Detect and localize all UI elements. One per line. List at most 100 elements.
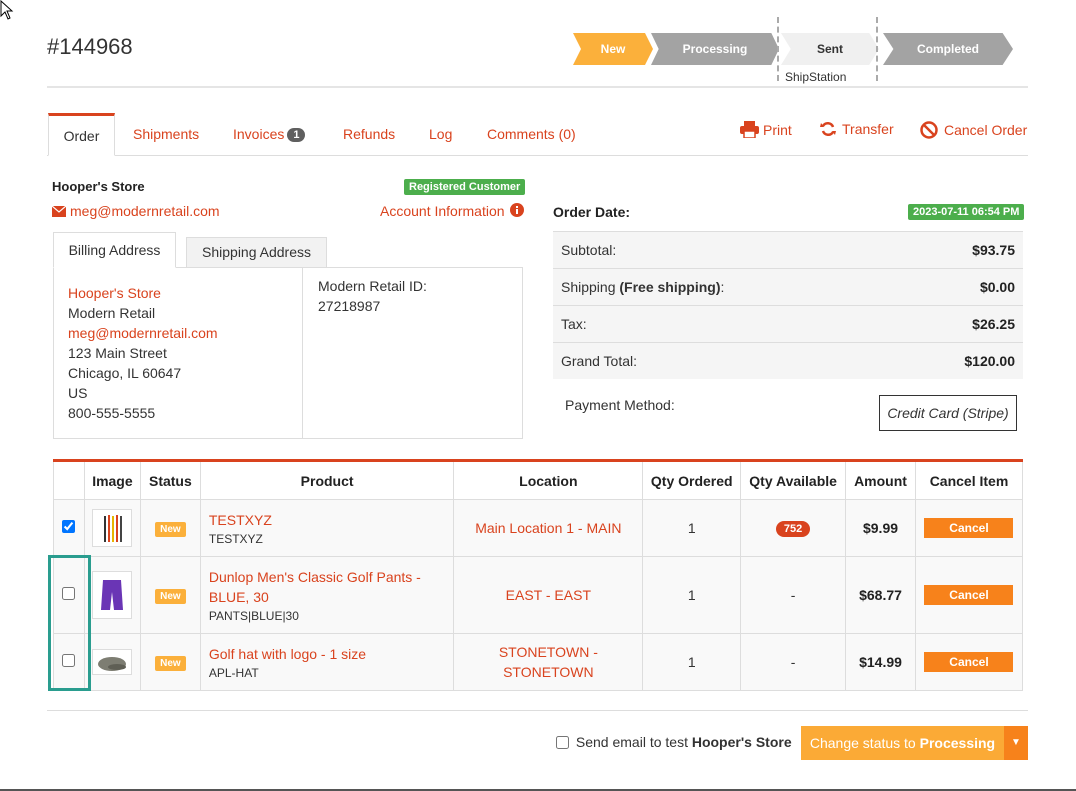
cancel-item-button[interactable]: Cancel: [924, 585, 1014, 605]
cancel-cell: Cancel: [914, 633, 1024, 691]
payment-method-label: Payment Method:: [565, 397, 675, 413]
subtotal-value: $93.75: [972, 242, 1015, 258]
product-link[interactable]: TESTXYZ: [209, 510, 453, 530]
shipping-label-text: Shipping: [561, 279, 616, 295]
product-sku: TESTXYZ: [208, 532, 263, 546]
product-sku: APL-HAT: [208, 666, 259, 680]
order-items-table: Image Status Product Location Qty Ordere…: [53, 459, 1024, 691]
address-country: US: [68, 385, 88, 401]
send-email-checkbox[interactable]: [556, 736, 569, 749]
qty-available-cell: 752: [740, 499, 847, 557]
retail-id-value: 27218987: [318, 298, 381, 314]
change-status-target: Processing: [919, 735, 996, 751]
step-sub-label: ShipStation: [785, 70, 847, 84]
image-cell: [83, 556, 141, 634]
status-badge: New: [155, 589, 186, 604]
header-location: Location: [453, 460, 644, 500]
image-cell: [83, 499, 141, 557]
status-cell: New: [139, 633, 201, 691]
header-cancel-item: Cancel Item: [914, 460, 1024, 500]
status-badge: New: [155, 522, 186, 537]
header-image: Image: [83, 460, 141, 500]
cancel-order-label: Cancel Order: [944, 122, 1028, 138]
order-date-label: Order Date:: [553, 204, 631, 220]
change-status-button[interactable]: Change status to Processing: [801, 726, 1004, 760]
product-link[interactable]: Dunlop Men's Classic Golf Pants - BLUE, …: [209, 567, 453, 607]
product-link[interactable]: Golf hat with logo - 1 size: [209, 644, 453, 664]
product-thumbnail[interactable]: [92, 509, 133, 547]
product-thumbnail[interactable]: [92, 571, 133, 619]
location-link[interactable]: STONETOWN - STONETOWN: [453, 633, 644, 691]
status-cell: New: [139, 556, 201, 634]
table-header-row: Image Status Product Location Qty Ordere…: [53, 460, 1024, 500]
customer-email: meg@modernretail.com: [70, 203, 220, 219]
order-number: #144968: [47, 34, 133, 59]
tab-shipping-address[interactable]: Shipping Address: [186, 237, 327, 268]
account-information-label: Account Information: [380, 203, 505, 219]
retail-id-label: Modern Retail ID:: [318, 278, 427, 294]
address-email[interactable]: meg@modernretail.com: [68, 325, 218, 341]
customer-email-link[interactable]: meg@modernretail.com: [51, 203, 220, 219]
step-new: New: [573, 33, 653, 65]
address-name[interactable]: Hooper's Store: [68, 285, 161, 301]
tab-log[interactable]: Log: [429, 126, 452, 142]
tax-label: Tax:: [561, 316, 587, 332]
status-dropdown-toggle[interactable]: ▼: [1004, 726, 1028, 760]
print-button[interactable]: Print: [740, 121, 792, 139]
refresh-icon: [820, 121, 836, 137]
tab-refunds[interactable]: Refunds: [343, 126, 395, 142]
address-street: 123 Main Street: [68, 345, 167, 361]
tax-row: Tax: $26.25: [553, 305, 1023, 342]
grand-total-label: Grand Total:: [561, 353, 638, 369]
address-company: Modern Retail: [68, 305, 156, 321]
qty-available: -: [740, 556, 847, 634]
shipping-note: (Free shipping): [619, 279, 721, 295]
location-link[interactable]: EAST - EAST: [453, 556, 644, 634]
qty-ordered: 1: [642, 556, 742, 634]
account-information-link[interactable]: Account Information: [380, 203, 525, 219]
product-thumbnail[interactable]: [92, 649, 133, 675]
shipping-colon: :: [720, 279, 725, 295]
step-label: New: [600, 42, 626, 56]
tab-billing-address[interactable]: Billing Address: [53, 232, 176, 268]
tab-comments[interactable]: Comments (0): [487, 126, 576, 142]
step-divider: [777, 17, 779, 81]
subtotal-row: Subtotal: $93.75: [553, 231, 1023, 268]
store-name: Hooper's Store: [52, 179, 145, 194]
tab-invoices[interactable]: Invoices 1: [233, 126, 306, 142]
tab-shipments[interactable]: Shipments: [133, 126, 199, 142]
amount: $68.77: [845, 556, 916, 634]
golf-tees-image: [104, 515, 123, 542]
divider: [47, 86, 1028, 88]
grand-total-row: Grand Total: $120.00: [553, 342, 1023, 379]
transfer-button[interactable]: Transfer: [820, 121, 894, 137]
status-badge: New: [155, 656, 186, 671]
qty-available: -: [740, 633, 847, 691]
printer-icon: [740, 121, 759, 139]
send-email-option[interactable]: Send email to test Hooper's Store: [556, 734, 792, 750]
step-completed: Completed: [883, 33, 1013, 65]
cancel-cell: Cancel: [914, 556, 1024, 634]
cancel-item-button[interactable]: Cancel: [924, 518, 1014, 538]
table-row: New Golf hat with logo - 1 size APL-HAT …: [53, 633, 1024, 691]
caret-down-icon: ▼: [1011, 737, 1021, 748]
amount: $9.99: [845, 499, 916, 557]
mouse-cursor-icon: [0, 0, 14, 20]
payment-method-value: Credit Card (Stripe): [879, 395, 1017, 431]
golf-hat-image: [98, 657, 127, 671]
cancel-cell: Cancel: [914, 499, 1024, 557]
image-cell: [83, 633, 141, 691]
step-label: Sent: [816, 42, 843, 56]
qty-ordered: 1: [642, 633, 742, 691]
print-label: Print: [763, 122, 792, 138]
location-link[interactable]: Main Location 1 - MAIN: [453, 499, 644, 557]
tab-order[interactable]: Order: [48, 113, 115, 156]
divider: [47, 710, 1028, 711]
cancel-item-button[interactable]: Cancel: [924, 652, 1014, 672]
product-sku: PANTS|BLUE|30: [208, 609, 299, 623]
selection-highlight: [48, 555, 91, 691]
header-qty-available: Qty Available: [740, 460, 847, 500]
send-email-store: Hooper's Store: [691, 734, 792, 750]
cancel-order-button[interactable]: Cancel Order: [920, 121, 1027, 139]
row-checkbox[interactable]: [62, 520, 76, 533]
